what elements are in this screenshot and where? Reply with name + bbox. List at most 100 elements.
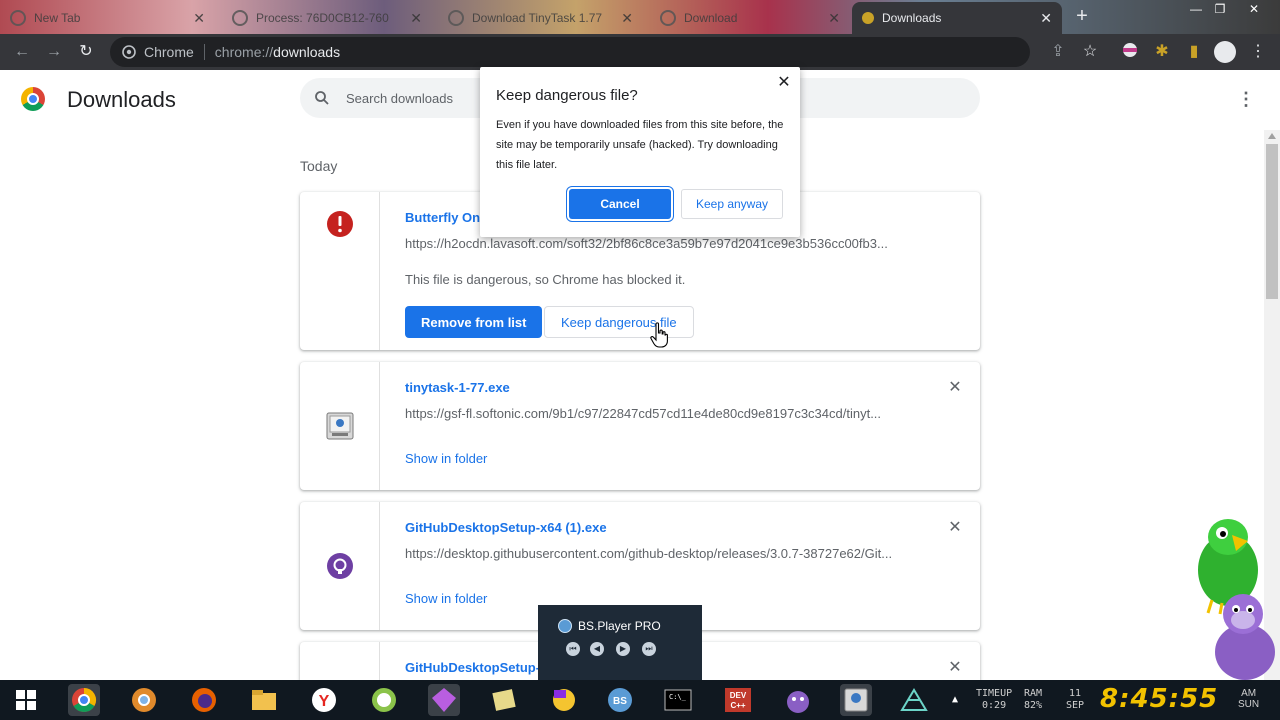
tab-close-icon[interactable]: ✕: [621, 10, 633, 27]
tab-download[interactable]: Download ✕: [650, 2, 850, 34]
close-window-icon[interactable]: ✕: [1240, 2, 1268, 18]
danger-warning-text: This file is dangerous, so Chrome has bl…: [405, 272, 686, 287]
restore-icon[interactable]: ❐: [1206, 2, 1234, 18]
address-bar[interactable]: Chrome chrome:// downloads: [110, 37, 1030, 67]
timeup-label: TIMEUP: [976, 688, 1013, 699]
danger-icon: [327, 211, 353, 237]
chrome-logo-icon: [21, 87, 45, 111]
taskbar-yandex-icon[interactable]: Y: [308, 684, 340, 716]
more-actions-icon[interactable]: ⋮: [1236, 90, 1256, 110]
dialog-keep-anyway-button[interactable]: Keep anyway: [681, 189, 783, 219]
show-in-folder-link[interactable]: Show in folder: [405, 451, 487, 466]
bsplayer-title: BS.Player PRO: [578, 619, 661, 633]
keep-dangerous-file-dialog: Keep dangerous file? ✕ Even if you have …: [480, 67, 800, 237]
taskbar-app-grid-icon[interactable]: [898, 684, 930, 716]
taskbar-app-note-icon[interactable]: [488, 684, 520, 716]
tab-downloads[interactable]: Downloads ✕: [852, 2, 1062, 34]
timeup-readout: TIMEUP 0:29: [976, 688, 1012, 712]
hand-cursor-icon: [650, 322, 668, 348]
tab-label: Download: [684, 11, 738, 25]
scroll-up-arrow-icon[interactable]: [1268, 133, 1276, 139]
date-month: SEP: [1066, 700, 1085, 711]
share-icon[interactable]: ⇪: [1048, 42, 1068, 62]
side-panel-icon[interactable]: ▮: [1184, 42, 1204, 62]
page-title: Downloads: [67, 87, 176, 112]
file-url[interactable]: https://gsf-fl.softonic.com/9b1/c97/2284…: [405, 406, 905, 421]
file-name-link[interactable]: GitHubDesktopSetup-x64 (1).exe: [405, 520, 607, 535]
dialog-cancel-button[interactable]: Cancel: [569, 189, 671, 219]
file-name-link[interactable]: GitHubDesktopSetup-x: [405, 660, 547, 675]
taskbar-devcpp-icon[interactable]: DEV C++: [722, 684, 754, 716]
bookmark-star-icon[interactable]: ☆: [1080, 42, 1100, 62]
extension-flag-icon[interactable]: [1120, 42, 1140, 62]
tab-label: Process: 76D0CB12-760: [256, 11, 389, 25]
tab-close-icon[interactable]: ✕: [193, 10, 205, 27]
taskbar-file-explorer-icon[interactable]: [248, 684, 280, 716]
file-name-link[interactable]: tinytask-1-77.exe: [405, 380, 510, 395]
taskbar-chrome-icon[interactable]: [68, 684, 100, 716]
clock-ampm: AM: [1241, 688, 1257, 699]
tab-close-icon[interactable]: ✕: [828, 10, 840, 27]
taskbar-tinytask-icon[interactable]: [840, 684, 872, 716]
extensions-puzzle-icon[interactable]: ✱: [1152, 42, 1172, 62]
tab-favicon-icon: [660, 10, 676, 26]
tab-label: New Tab: [34, 11, 81, 25]
taskbar-bonzi-icon[interactable]: [782, 684, 814, 716]
file-icon-column: [300, 362, 380, 490]
taskbar-bsplayer-icon[interactable]: BS: [604, 684, 636, 716]
file-url[interactable]: https://desktop.githubusercontent.com/gi…: [405, 546, 905, 561]
tab-new-tab[interactable]: New Tab ✕: [0, 2, 215, 34]
file-url[interactable]: https://h2ocdn.lavasoft.com/soft32/2bf86…: [405, 236, 905, 251]
reload-icon[interactable]: ↻: [76, 42, 96, 62]
remove-download-icon[interactable]: ✕: [948, 380, 962, 396]
keep-dangerous-file-button[interactable]: Keep dangerous file: [544, 306, 694, 338]
scroll-thumb[interactable]: [1266, 144, 1278, 299]
search-icon: [315, 91, 329, 105]
skip-back-icon[interactable]: ⏮: [566, 642, 580, 656]
remove-from-list-button[interactable]: Remove from list: [405, 306, 543, 338]
tab-close-icon[interactable]: ✕: [410, 10, 422, 27]
profile-avatar[interactable]: [1214, 41, 1236, 63]
taskbar-chromium-icon[interactable]: [128, 684, 160, 716]
file-icon-column: [300, 502, 380, 630]
tab-favicon-icon: [448, 10, 464, 26]
tray-overflow-icon[interactable]: ▲: [952, 694, 958, 706]
omnibox-url-host: downloads: [273, 44, 341, 60]
dialog-close-icon[interactable]: ✕: [776, 75, 792, 91]
show-in-folder-link[interactable]: Show in folder: [405, 591, 487, 606]
tab-process[interactable]: Process: 76D0CB12-760 ✕: [222, 2, 432, 34]
remove-download-icon[interactable]: ✕: [948, 520, 962, 536]
taskbar-app-gem-icon[interactable]: [428, 684, 460, 716]
omnibox-chip: Chrome: [122, 44, 194, 60]
clock-meridiem: AM SUN: [1238, 688, 1259, 710]
taskbar-clock[interactable]: 8:45:55: [1100, 684, 1218, 714]
section-date-label: Today: [300, 158, 338, 174]
tab-strip: New Tab ✕ Process: 76D0CB12-760 ✕ Downlo…: [0, 0, 1280, 34]
date-day: 11: [1069, 688, 1082, 699]
dialog-title: Keep dangerous file?: [496, 87, 638, 104]
taskbar-app-green-icon[interactable]: [368, 684, 400, 716]
play-icon[interactable]: ▶: [616, 642, 630, 656]
taskbar-terminal-icon[interactable]: C:\_: [662, 684, 694, 716]
taskbar-app-emoji-icon[interactable]: [548, 684, 580, 716]
file-icon-column: [300, 642, 380, 680]
new-tab-icon[interactable]: +: [1072, 6, 1092, 26]
tab-favicon-icon: [10, 10, 26, 26]
date-readout: 11 SEP: [1066, 688, 1084, 712]
clock-weekday: SUN: [1238, 699, 1260, 710]
skip-forward-icon[interactable]: ⏭: [642, 642, 656, 656]
taskbar-firefox-icon[interactable]: [188, 684, 220, 716]
browser-menu-icon[interactable]: ⋮: [1248, 42, 1268, 62]
tab-download-tinytask[interactable]: Download TinyTask 1.77 ✕: [438, 2, 643, 34]
browser-toolbar: ← → ↻ Chrome chrome:// downloads ⇪ ☆ ✱ ▮…: [0, 34, 1280, 70]
bsplayer-mini-window[interactable]: BS.Player PRO ⏮ ◀ ▶ ⏭: [538, 605, 702, 680]
svg-text:DEV: DEV: [730, 691, 747, 700]
omnibox-chip-label: Chrome: [144, 44, 194, 60]
forward-icon[interactable]: →: [44, 42, 64, 62]
windows-taskbar: Y BS C:\_ DEV C++ ▲ TIMEUP 0:29 RAM 82% 1…: [0, 680, 1280, 720]
remove-download-icon[interactable]: ✕: [948, 660, 962, 676]
rewind-icon[interactable]: ◀: [590, 642, 604, 656]
back-icon[interactable]: ←: [12, 42, 32, 62]
windows-start-icon[interactable]: [16, 690, 36, 710]
tab-close-icon[interactable]: ✕: [1040, 10, 1052, 27]
